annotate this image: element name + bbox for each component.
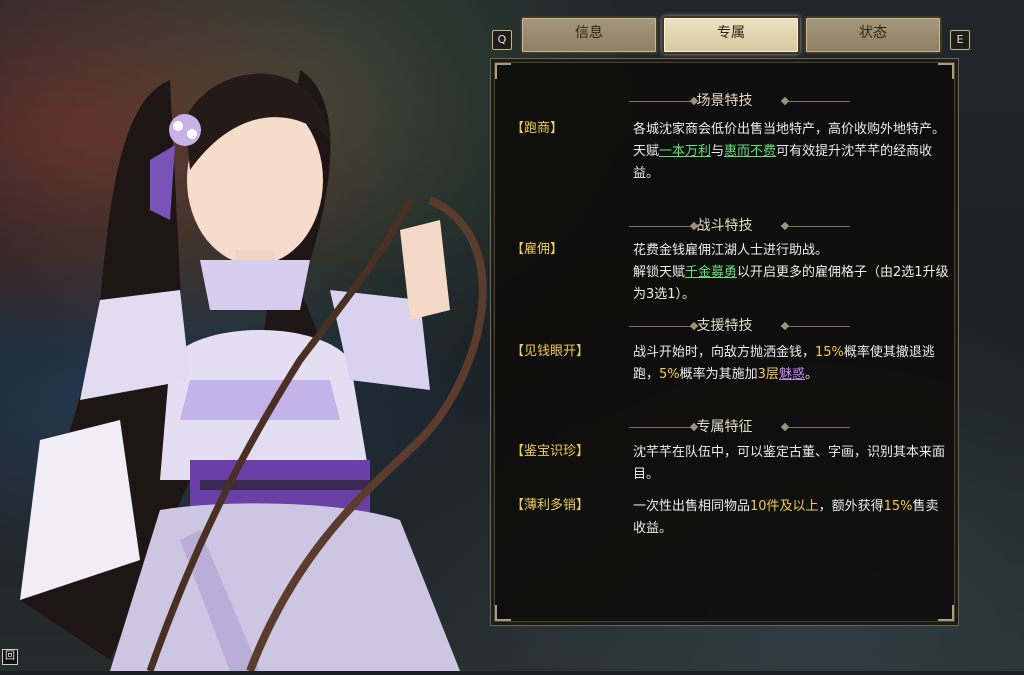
skills-panel: 场景特技 【跑商】 各城沈家商会低价出售当地特产，高价收购外地特产。 天赋一本万… (490, 58, 959, 626)
status-link[interactable]: 魅惑 (779, 367, 805, 382)
skill-tag: 【雇佣】 (511, 242, 564, 257)
section-title-combat: 战斗特技 (491, 215, 958, 237)
skill-description: 各城沈家商会低价出售当地特产，高价收购外地特产。 天赋一本万利与惠而不费可有效提… (633, 122, 946, 181)
skill-description: 沈芊芊在队伍中，可以鉴定古董、字画，识别其本来面目。 (633, 445, 946, 482)
skill-tag: 【见钱眼开】 (511, 344, 590, 359)
panel-corner (938, 63, 954, 79)
skill-description: 战斗开始时，向敌方抛洒金钱，15%概率使其撤退逃跑，5%概率为其施加3层魅惑。 (633, 345, 935, 382)
panel-corner (495, 63, 511, 79)
panel-corner (495, 605, 511, 621)
prev-tab-key-hint[interactable]: Q (492, 30, 512, 50)
skill-tag: 【鉴宝识珍】 (511, 444, 590, 459)
tab-bar: Q 信息 专属 状态 E (492, 16, 970, 54)
talent-link[interactable]: 惠而不费 (724, 144, 776, 159)
skill-description: 花费金钱雇佣江湖人士进行助战。 解锁天赋千金募勇以开启更多的雇佣格子（由2选1升… (633, 243, 949, 302)
section-title-scene: 场景特技 (491, 90, 958, 112)
skill-tag: 【薄利多销】 (511, 498, 590, 513)
skill-description: 一次性出售相同物品10件及以上，额外获得15%售卖收益。 (633, 499, 939, 536)
panel-corner (938, 605, 954, 621)
next-tab-key-hint[interactable]: E (950, 30, 970, 50)
talent-link[interactable]: 千金募勇 (685, 265, 737, 280)
character-portrait (0, 60, 520, 673)
back-key-hint[interactable]: 回 (2, 649, 18, 665)
talent-link[interactable]: 一本万利 (659, 144, 711, 159)
tab-exclusive[interactable]: 专属 (662, 16, 800, 54)
tab-info[interactable]: 信息 (520, 16, 658, 54)
section-title-traits: 专属特征 (491, 416, 958, 438)
skill-tag: 【跑商】 (511, 121, 564, 136)
section-title-support: 支援特技 (491, 315, 958, 337)
tab-status[interactable]: 状态 (804, 16, 942, 54)
